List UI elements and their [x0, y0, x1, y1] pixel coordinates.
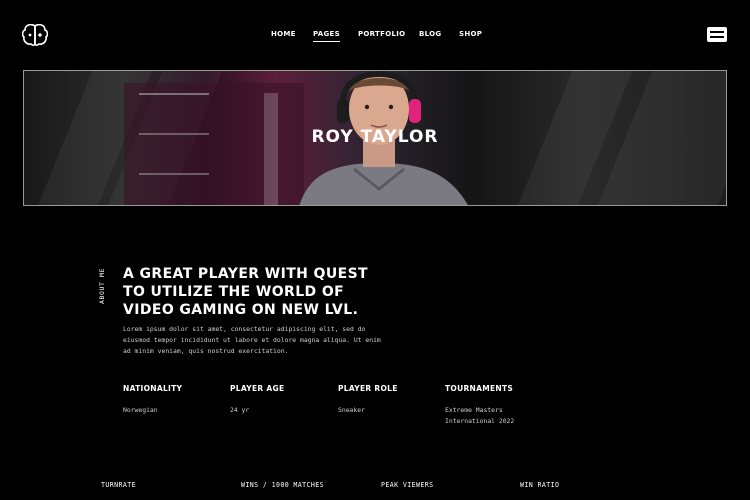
fact-nationality: NATIONALITY Norwegian: [123, 384, 183, 414]
hero-banner: ROY TAYLOR: [23, 70, 727, 206]
stat-win-ratio: WIN RATIO: [520, 481, 560, 489]
nav-shop[interactable]: SHOP: [459, 30, 482, 38]
stat-wins: WINS / 1000 MATCHES: [241, 481, 325, 489]
player-name: ROY TAYLOR: [311, 127, 439, 147]
menu-icon[interactable]: [707, 27, 727, 42]
nav-home[interactable]: HOME: [271, 30, 296, 38]
brain-icon[interactable]: [22, 24, 48, 46]
stat-turnrate: TURNRATE: [101, 481, 136, 489]
nav-portfolio[interactable]: PORTFOLIO: [358, 30, 405, 38]
site-header: HOME PAGES PORTFOLIO BLOG SHOP: [0, 0, 750, 70]
stat-peak-viewers: PEAK VIEWERS: [381, 481, 434, 489]
fact-player-age: PLAYER AGE 24 yr: [230, 384, 285, 414]
about-me-label: ABOUT ME: [98, 267, 106, 304]
page: HOME PAGES PORTFOLIO BLOG SHOP ROY TAYLO…: [0, 0, 750, 500]
fact-player-role: PLAYER ROLE Sneaker: [338, 384, 398, 414]
about-headline: A GREAT PLAYER WITH QUEST TO UTILIZE THE…: [123, 266, 369, 318]
nav-blog[interactable]: BLOG: [419, 30, 441, 38]
nav-pages[interactable]: PAGES: [313, 30, 340, 42]
fact-tournaments: TOURNAMENTS Extreme Masters Internationa…: [445, 384, 515, 425]
about-body: Lorem ipsum dolor sit amet, consectetur …: [123, 325, 381, 355]
